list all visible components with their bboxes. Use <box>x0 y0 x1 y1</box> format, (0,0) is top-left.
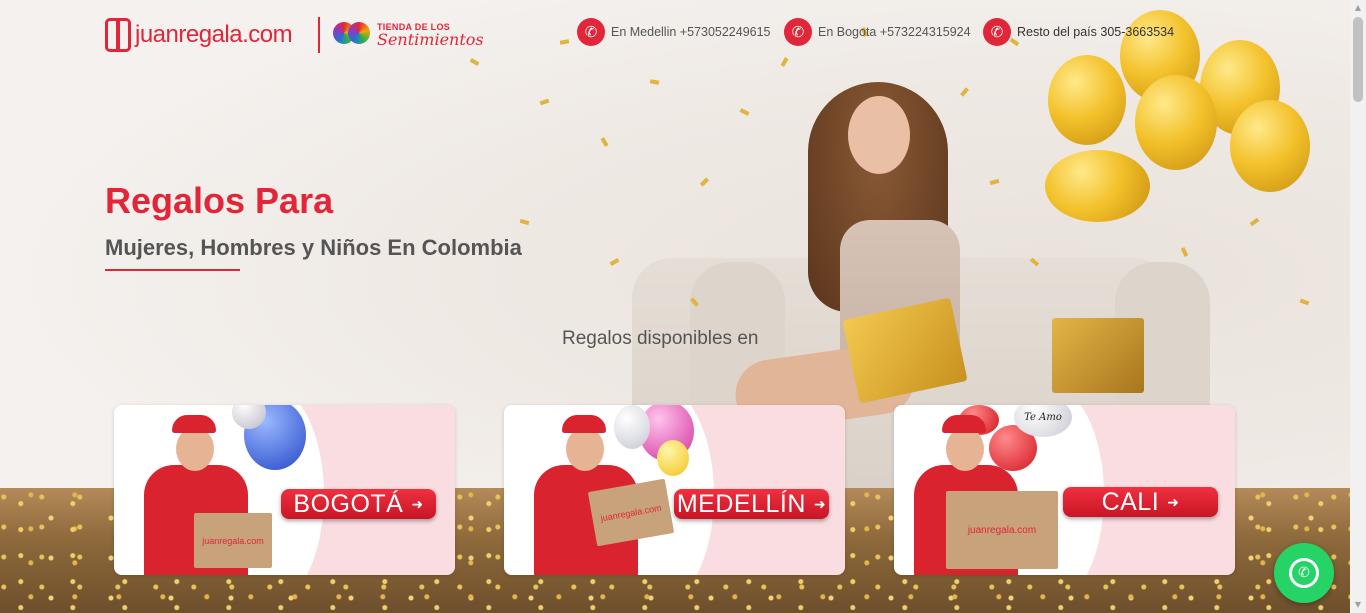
confetti <box>609 258 620 266</box>
confetti <box>649 79 660 85</box>
heart-icon <box>333 22 371 48</box>
phone-bogota-label: En Bogota +573224315924 <box>818 25 971 39</box>
man-face <box>946 427 984 471</box>
arrow-right-icon: ➜ <box>1167 493 1180 510</box>
site-header: juanregala.com TIENDA DE LOS Sentimiento… <box>0 0 1350 70</box>
gift-delivery-box: juanregala.com <box>946 491 1058 569</box>
page-scrollbar[interactable]: ▲ ▼ <box>1350 0 1366 613</box>
gold-balloon <box>1045 150 1150 222</box>
hero-underline <box>105 269 240 271</box>
available-cities-heading: Regalos disponibles en <box>562 328 759 349</box>
hero-title: Regalos Para <box>105 180 334 221</box>
yellow-balloon <box>657 440 689 476</box>
confetti <box>989 178 1000 186</box>
whatsapp-button[interactable]: ✆ <box>1274 543 1334 603</box>
gold-balloon <box>1230 100 1310 192</box>
confetti <box>1180 247 1189 257</box>
phone-icon: ✆ <box>784 18 812 46</box>
tienda-sentimientos-logo[interactable]: TIENDA DE LOS Sentimientos <box>333 22 484 48</box>
scroll-up-arrow-icon[interactable]: ▲ <box>1350 0 1366 16</box>
medellin-label: MEDELLÍN <box>676 489 806 518</box>
man-face <box>566 427 604 471</box>
phone-resto-pais-label: Resto del país 305-3663534 <box>1017 25 1175 39</box>
medellin-button[interactable]: MEDELLÍN ➜ <box>674 489 829 519</box>
man-face <box>176 427 214 471</box>
whatsapp-icon: ✆ <box>1289 558 1319 588</box>
confetti <box>1249 217 1260 227</box>
arrow-right-icon: ➜ <box>813 495 827 512</box>
gold-gift-box-small <box>1052 318 1144 393</box>
confetti <box>519 218 530 226</box>
confetti <box>739 108 750 116</box>
phone-icon: ✆ <box>983 18 1011 46</box>
confetti <box>1299 298 1310 306</box>
logo-divider <box>318 17 320 53</box>
phone-bogota[interactable]: ✆ En Bogota +573224315924 <box>784 18 971 46</box>
scroll-down-arrow-icon[interactable]: ▼ <box>1350 597 1366 613</box>
city-card-cali[interactable]: Te Amo juanregala.com CALI ➜ <box>894 405 1235 575</box>
man-cap <box>942 415 986 433</box>
confetti <box>600 137 609 147</box>
scroll-thumb[interactable] <box>1353 17 1363 102</box>
confetti <box>699 177 710 187</box>
confetti <box>539 98 550 106</box>
woman-face <box>848 96 910 174</box>
gift-delivery-box: juanregala.com <box>194 513 272 568</box>
confetti <box>960 87 969 97</box>
tienda-bottom-text: Sentimientos <box>377 29 484 49</box>
phone-resto-pais[interactable]: ✆ Resto del país 305-3663534 <box>983 18 1174 46</box>
bogota-label: BOGOTÁ <box>293 489 404 518</box>
bogota-button[interactable]: BOGOTÁ ➜ <box>281 489 436 519</box>
phone-medellin[interactable]: ✆ En Medellin +573052249615 <box>577 18 771 46</box>
gold-balloon <box>1135 75 1217 170</box>
cali-label: CALI <box>1101 487 1160 516</box>
phone-icon: ✆ <box>577 18 605 46</box>
hero-subtitle: Mujeres, Hombres y Niños En Colombia <box>105 235 522 260</box>
tienda-text: TIENDA DE LOS Sentimientos <box>377 22 484 49</box>
gift-icon <box>105 18 131 52</box>
man-cap <box>562 415 606 433</box>
juanregala-logo[interactable]: juanregala.com <box>105 18 293 52</box>
city-card-medellin[interactable]: juanregala.com MEDELLÍN ➜ <box>504 405 845 575</box>
logo-text: juanregala.com <box>135 21 293 48</box>
man-cap <box>172 415 216 433</box>
phone-medellin-label: En Medellin +573052249615 <box>611 25 771 39</box>
city-card-bogota[interactable]: juanregala.com BOGOTÁ ➜ <box>114 405 455 575</box>
arrow-right-icon: ➜ <box>411 495 424 512</box>
cali-button[interactable]: CALI ➜ <box>1063 487 1218 517</box>
